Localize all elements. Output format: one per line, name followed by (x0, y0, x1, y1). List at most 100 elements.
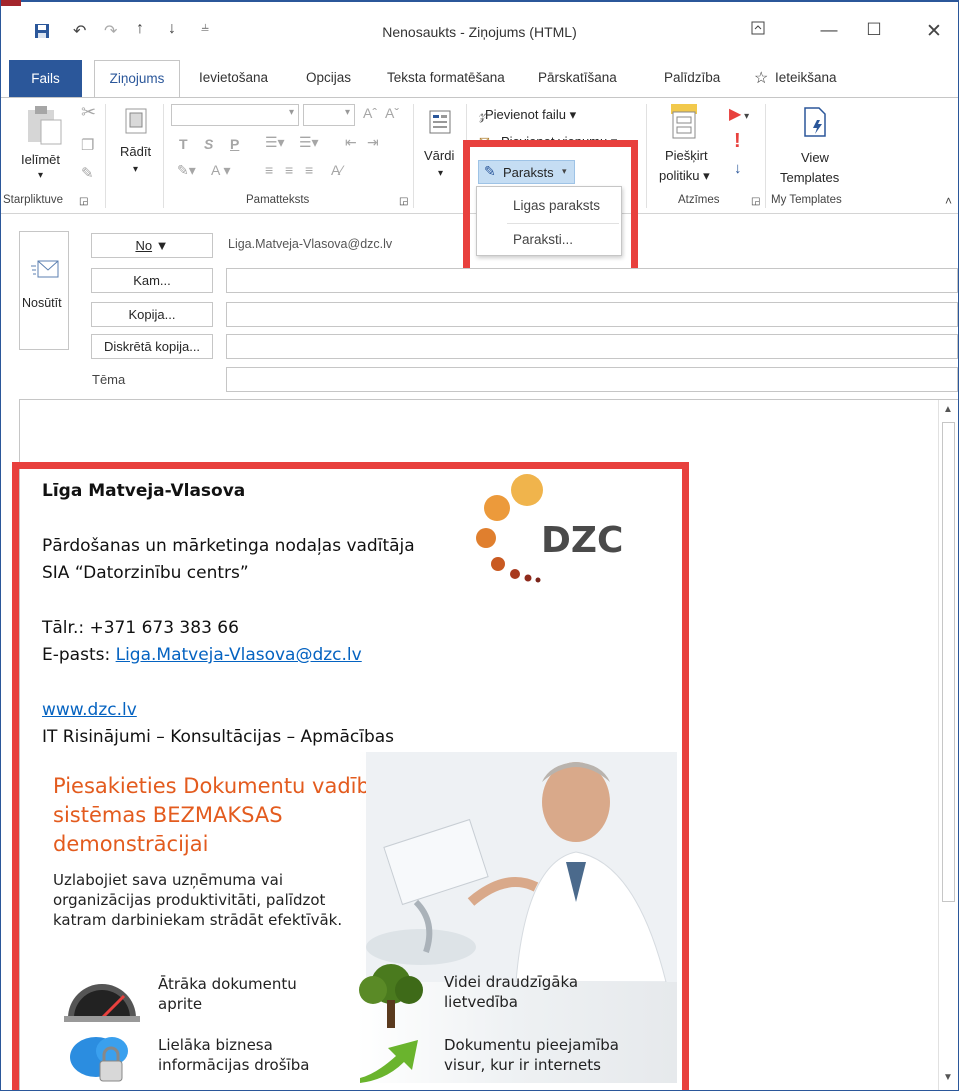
bold-button[interactable]: T (179, 136, 188, 152)
basic-text-launcher-icon[interactable]: ◲ (399, 196, 408, 207)
increase-indent-icon[interactable]: ⇥ (367, 134, 379, 151)
assign-policy-label-1[interactable]: Piešķirt (665, 148, 708, 163)
minimize-icon[interactable]: — (809, 20, 849, 40)
assign-policy-icon[interactable] (669, 102, 699, 143)
address-book-icon[interactable] (429, 110, 451, 137)
to-button[interactable]: Kam... (91, 268, 213, 293)
attach-file-button[interactable]: Pievienot failu ▾ (485, 107, 576, 123)
tags-launcher-icon[interactable]: ◲ (751, 196, 760, 207)
view-templates-label-2[interactable]: Templates (780, 170, 839, 185)
group-clipboard-label: Starpliktuve (3, 194, 64, 206)
close-icon[interactable]: ✕ (914, 20, 954, 43)
tab-format-text[interactable]: Teksta formatēšana (387, 70, 505, 85)
attach-item-label: Pievienot vienumu (501, 134, 608, 145)
decrease-indent-icon[interactable]: ⇤ (345, 134, 357, 151)
tab-review[interactable]: Pārskatīšana (538, 70, 617, 85)
signature-company: SIA “Datorzinību centrs” (42, 563, 249, 583)
font-color-icon[interactable]: A ▾ (211, 162, 230, 179)
font-size-combo[interactable]: ▾ (303, 104, 355, 126)
bullets-icon[interactable]: ☰▾ (265, 134, 285, 151)
attach-item-button[interactable]: Pievienot vienumu ▾ (501, 134, 617, 145)
from-value: Liga.Matveja-Vlasova@dzc.lv (228, 237, 393, 251)
shrink-font-icon[interactable]: Aˇ (385, 105, 399, 121)
tab-message[interactable]: Ziņojums (94, 60, 180, 98)
format-painter-icon[interactable]: ✎ (81, 164, 94, 182)
clear-formatting-icon[interactable]: A⁄ (331, 162, 343, 178)
signature-item-ligas[interactable]: Ligas paraksts (477, 190, 621, 222)
view-templates-icon[interactable] (803, 106, 829, 141)
dzc-logo-text: DZC (541, 520, 624, 561)
numbering-icon[interactable]: ☰▾ (299, 134, 319, 151)
cut-icon[interactable]: ✂ (81, 102, 96, 123)
view-templates-label-1[interactable]: View (801, 150, 829, 165)
align-left-icon[interactable]: ≡ (265, 162, 273, 178)
bcc-button[interactable]: Diskrētā kopija... (91, 334, 213, 359)
scroll-thumb[interactable] (942, 422, 955, 902)
assign-policy-label-2[interactable]: politiku ▾ (659, 168, 710, 184)
tab-help[interactable]: Palīdzība (664, 70, 720, 85)
show-dropdown-icon[interactable]: ▾ (133, 164, 138, 175)
low-importance-icon[interactable]: ↓ (734, 160, 742, 177)
italic-button[interactable]: S (204, 136, 213, 152)
feature-business-security: Lielāka biznesa informācijas drošība (158, 1036, 310, 1074)
banner-subtitle: Uzlabojiet sava uzņēmuma vai organizācij… (53, 871, 343, 929)
align-right-icon[interactable]: ≡ (305, 162, 313, 178)
paste-dropdown-icon[interactable]: ▾ (38, 170, 43, 181)
show-icon[interactable] (125, 108, 147, 137)
cloud-lock-icon (66, 1027, 136, 1083)
signature-phone: Tālr.: +371 673 383 66 (42, 618, 239, 638)
feature-eco-friendly: Videi draudzīgāka lietvedība (444, 973, 579, 1011)
signature-email-line: E-pasts: Liga.Matveja-Vlasova@dzc.lv (42, 645, 362, 665)
banner-title: Piesakieties Dokumentu vadības sistēmas … (53, 774, 394, 856)
paste-icon[interactable] (25, 104, 65, 149)
names-dropdown-icon[interactable]: ▾ (438, 168, 443, 179)
group-separator (163, 104, 164, 208)
cc-field[interactable] (226, 302, 958, 327)
tree-icon (351, 960, 431, 1033)
vertical-scrollbar[interactable]: ▲ ▼ (938, 400, 958, 1090)
subject-field[interactable] (226, 367, 958, 392)
ribbon-display-options-icon[interactable] (738, 20, 778, 40)
from-button[interactable]: No ▼ (91, 233, 213, 258)
tell-me-search[interactable]: Ieteikšana (775, 70, 837, 85)
ribbon-tabs: Fails Ziņojums Ievietošana Opcijas Tekst… (1, 60, 958, 98)
tab-file[interactable]: Fails (9, 60, 82, 97)
high-importance-icon[interactable]: ! (734, 130, 741, 153)
signature-email-link[interactable]: Liga.Matveja-Vlasova@dzc.lv (116, 645, 362, 665)
group-separator (646, 104, 647, 208)
signatures-menu-item[interactable]: Paraksti... (477, 224, 621, 256)
group-separator (105, 104, 106, 208)
tab-options[interactable]: Opcijas (306, 70, 351, 85)
subject-label: Tēma (92, 372, 126, 387)
scroll-up-icon[interactable]: ▲ (943, 404, 953, 415)
cc-button[interactable]: Kopija... (91, 302, 213, 327)
lightbulb-icon: ☆ (754, 70, 769, 87)
show-label[interactable]: Rādīt (120, 144, 151, 159)
follow-up-flag-icon[interactable]: ▶ ▾ (729, 104, 749, 124)
send-button[interactable]: Nosūtīt (19, 231, 69, 350)
paste-label[interactable]: Ielīmēt (21, 152, 60, 167)
grow-font-icon[interactable]: Aˆ (363, 105, 377, 121)
businessman-illustration (366, 752, 677, 983)
clipboard-launcher-icon[interactable]: ◲ (79, 196, 88, 207)
group-my-templates-label: My Templates (771, 194, 842, 206)
title-bar: ↶ ↷ ↑ ↓ ⫨ Nenosaukts - Ziņojums (HTML) —… (1, 6, 958, 50)
group-basic-text-label: Pamatteksts (246, 194, 310, 206)
signature-website-link[interactable]: www.dzc.lv (42, 700, 137, 720)
signature-position: Pārdošanas un mārketinga nodaļas vadītāj… (42, 536, 415, 556)
collapse-ribbon-icon[interactable]: ˄ (945, 194, 952, 208)
font-name-combo[interactable]: ▾ (171, 104, 299, 126)
scroll-down-icon[interactable]: ▼ (943, 1072, 953, 1083)
align-center-icon[interactable]: ≡ (285, 162, 293, 178)
group-separator (413, 104, 414, 208)
signature-dropdown-icon: ▾ (562, 166, 567, 176)
to-field[interactable] (226, 268, 958, 293)
names-label[interactable]: Vārdi (424, 148, 454, 163)
bcc-field[interactable] (226, 334, 958, 359)
tab-insert[interactable]: Ievietošana (199, 70, 268, 85)
underline-button[interactable]: P (230, 136, 239, 152)
signature-button[interactable]: ✎ Paraksts ▾ (478, 160, 575, 184)
highlight-icon[interactable]: ✎▾ (177, 162, 196, 179)
maximize-icon[interactable]: ☐ (854, 20, 894, 40)
copy-icon[interactable]: ❐ (81, 136, 94, 154)
